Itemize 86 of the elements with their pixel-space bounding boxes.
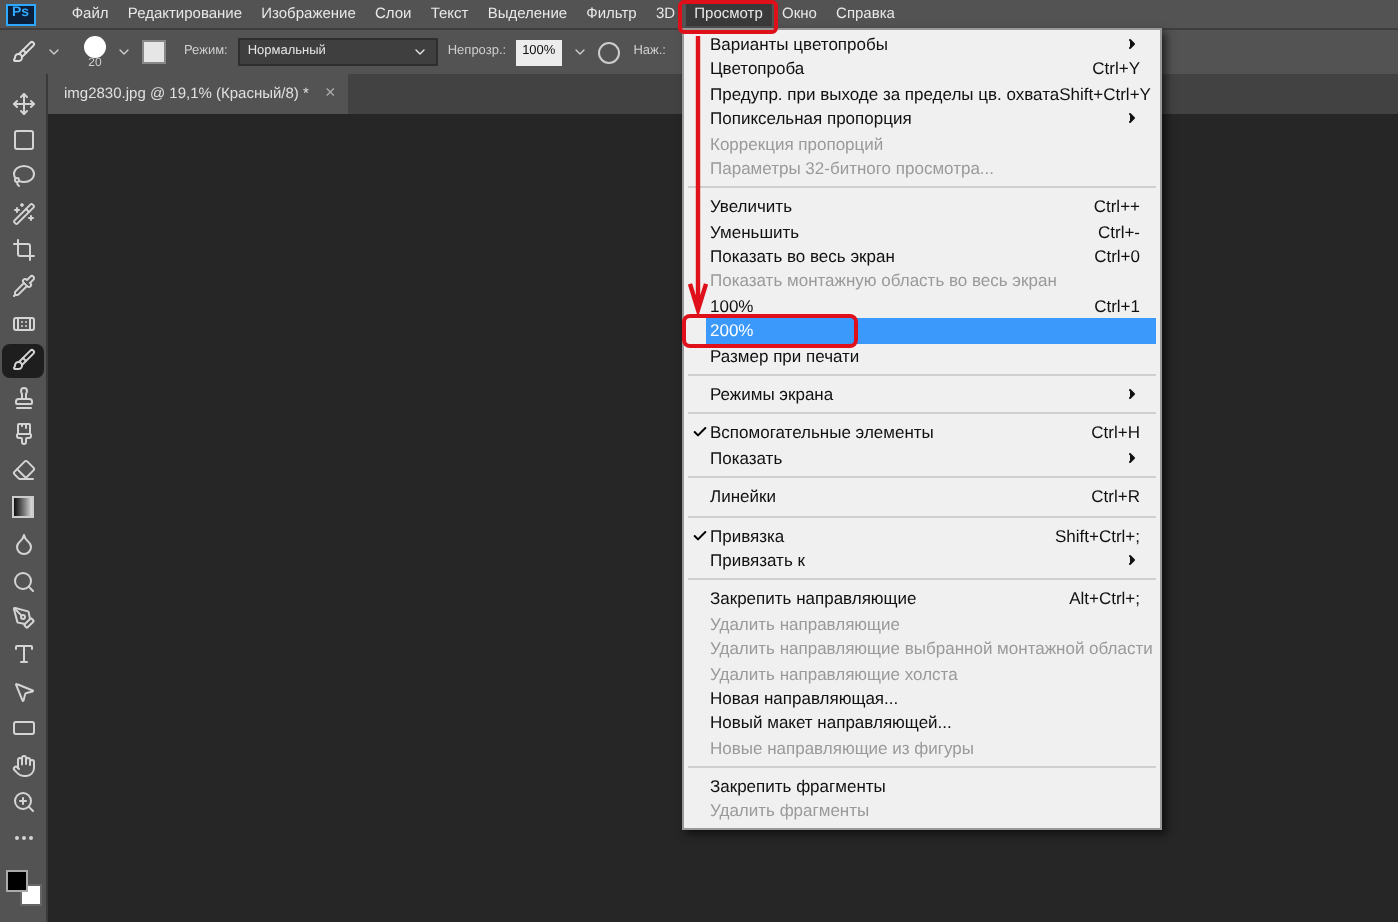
- brush-icon: [11, 348, 35, 373]
- zoom-icon: [11, 789, 35, 814]
- menu-item[interactable]: Показать: [706, 445, 1156, 471]
- tool-button[interactable]: [2, 343, 44, 378]
- menu-item-label: Закрепить направляющие: [710, 590, 919, 608]
- menu-item[interactable]: Цветопроба Ctrl+Y: [706, 56, 1156, 82]
- brush-panel-icon[interactable]: [142, 40, 166, 64]
- wand-icon: [11, 201, 35, 226]
- shortcut-label: Ctrl+Y: [1092, 60, 1140, 78]
- eyedropper-icon: [11, 274, 35, 299]
- menu-item-label: Новая направляющая...: [710, 689, 901, 707]
- move-icon: [11, 91, 35, 115]
- menu-item-label: Предупр. при выходе за пределы цв. охвата: [710, 85, 1060, 103]
- menu-item-label: Привязка: [710, 527, 787, 545]
- caret-icon[interactable]: [46, 44, 62, 60]
- menu-item-label: Новые направляющие из фигуры: [710, 739, 976, 757]
- crop-icon: [11, 238, 35, 263]
- menu-item-label: Попиксельная пропорция: [710, 110, 914, 128]
- menu-item-label: Размер при печати: [710, 347, 862, 365]
- shortcut-label: Alt+Ctrl+;: [1069, 590, 1140, 608]
- menu-item[interactable]: Уменьшить Ctrl+-: [706, 219, 1156, 245]
- menu-item-label: Показать во весь экран: [710, 248, 897, 266]
- menu-item-label: Уменьшить: [710, 223, 802, 241]
- shortcut-label: Ctrl+1: [1094, 297, 1140, 315]
- menu-item[interactable]: Варианты цветопробы: [706, 32, 1156, 57]
- menu-item[interactable]: Привязать к: [706, 548, 1156, 573]
- menu-item[interactable]: Привязка Shift+Ctrl+;: [706, 523, 1156, 549]
- hand-icon: [11, 753, 35, 778]
- menu-item[interactable]: Предупр. при выходе за пределы цв. охватаShift+Ctrl+Y: [706, 81, 1156, 107]
- eraser-icon: [11, 458, 35, 483]
- menu-item[interactable]: Увеличить Ctrl++: [706, 194, 1156, 220]
- lasso-icon: [11, 164, 35, 189]
- menu-item[interactable]: Попиксельная пропорция: [706, 106, 1156, 132]
- pressure-icon[interactable]: [597, 41, 620, 63]
- shortcut-label: Ctrl+-: [1097, 223, 1140, 241]
- caret-icon[interactable]: [571, 44, 588, 60]
- brush-icon[interactable]: [12, 40, 36, 64]
- menu-item[interactable]: Закрепить фрагменты: [706, 774, 1156, 800]
- menu-item[interactable]: Вспомогательные элементы Ctrl+H: [706, 420, 1156, 446]
- menu-item-label: Показать: [710, 449, 785, 467]
- menu-item-label: Вспомогательные элементы: [710, 424, 936, 442]
- menu-item-label: Параметры 32-битного просмотра...: [710, 159, 997, 177]
- shortcut-label: Ctrl++: [1093, 198, 1140, 216]
- menu-item[interactable]: Размер при печати: [706, 343, 1156, 369]
- menu-item[interactable]: Режимы экрана: [706, 382, 1156, 407]
- dodge-icon: [11, 569, 35, 594]
- menu-item-label: Показать монтажную область во весь экран: [710, 272, 1059, 290]
- menu-item-label: Линейки: [710, 488, 778, 506]
- shortcut-label: Ctrl+H: [1091, 424, 1140, 442]
- menu-item-label: Режимы экрана: [710, 386, 836, 404]
- bandage-icon: [11, 311, 35, 336]
- menu-item-label: 100%: [710, 297, 756, 315]
- marquee-icon: [11, 127, 35, 152]
- shortcut-label: Shift+Ctrl+Y: [1059, 85, 1151, 103]
- gradient-icon: [12, 496, 34, 519]
- shortcut-label: Ctrl+R: [1091, 488, 1140, 506]
- menu-item[interactable]: Линейки Ctrl+R: [706, 484, 1156, 510]
- menu-item[interactable]: Новый макет направляющей...: [706, 710, 1156, 736]
- type-icon: [11, 642, 35, 667]
- menu-item-label: 200%: [710, 322, 756, 340]
- menu-item-label: Варианты цветопробы: [710, 35, 890, 53]
- annotation-highlight: [678, 0, 778, 34]
- menu-item-label: Коррекция пропорций: [710, 135, 886, 152]
- menu-item-label: Удалить направляющие холста: [710, 665, 960, 683]
- pointer-icon: [11, 679, 35, 704]
- brush-icon: [11, 422, 35, 447]
- rectangle-icon: [11, 716, 35, 741]
- menu-item-label: Удалить фрагменты: [710, 802, 872, 820]
- pen-icon: [11, 605, 35, 630]
- menu-item-label: Новый макет направляющей...: [710, 714, 954, 732]
- menu-item[interactable]: 100% Ctrl+1: [706, 293, 1156, 319]
- shortcut-label: Shift+Ctrl+;: [1054, 527, 1140, 545]
- color-swatches-icon[interactable]: [5, 870, 41, 907]
- menu-item-label: Удалить направляющие: [710, 615, 903, 633]
- shortcut-label: Ctrl+0: [1094, 248, 1140, 266]
- caret-icon: [411, 44, 428, 60]
- menu-item[interactable]: Новая направляющая...: [706, 685, 1156, 711]
- caret-icon[interactable]: [116, 44, 132, 60]
- menu-item[interactable]: Закрепить направляющие Alt+Ctrl+;: [706, 586, 1156, 612]
- menu-item-label: Цветопроба: [710, 60, 807, 78]
- menu-item[interactable]: Показать во весь экран Ctrl+0: [706, 244, 1156, 270]
- droplet-icon: [11, 532, 35, 557]
- menu-item-label: Закрепить фрагменты: [710, 778, 888, 796]
- stamp-icon: [11, 385, 35, 410]
- menu-item-label: Увеличить: [710, 198, 794, 216]
- menu-item-label: Привязать к: [710, 551, 807, 569]
